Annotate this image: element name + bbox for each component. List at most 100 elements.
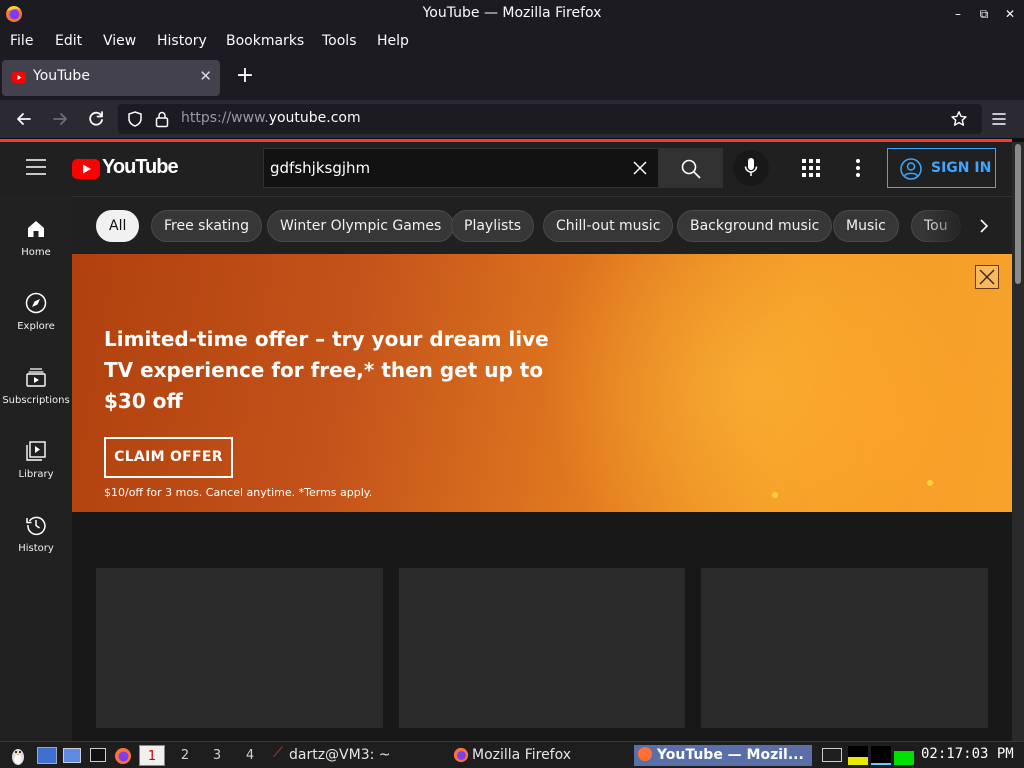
restore-button[interactable]: ⧉ xyxy=(974,4,994,24)
keyboard-icon[interactable] xyxy=(822,748,842,762)
url-text[interactable]: https://www.youtube.com xyxy=(181,110,361,126)
memory-monitor-icon xyxy=(894,746,914,765)
window-title: YouTube — Mozilla Firefox xyxy=(422,5,602,21)
cpu-monitor-icon xyxy=(848,746,868,765)
workspace-3[interactable]: 3 xyxy=(204,745,230,766)
compass-icon xyxy=(25,292,47,314)
main-content: All Free skating Winter Olympic Games Pl… xyxy=(72,196,1012,741)
chip-winter-olympic-games[interactable]: Winter Olympic Games xyxy=(267,210,455,242)
sidebar-item-label: Library xyxy=(18,469,54,480)
voice-search-button[interactable] xyxy=(733,150,769,186)
guide-sidebar: Home Explore Subscriptions Library Histo… xyxy=(0,196,72,741)
new-tab-button[interactable]: + xyxy=(234,64,256,90)
app-menu-icon[interactable] xyxy=(991,111,1007,127)
menu-edit[interactable]: Edit xyxy=(55,33,82,49)
tab-strip: YouTube ✕ + xyxy=(0,54,1024,100)
chip-free-skating[interactable]: Free skating xyxy=(151,210,263,242)
menu-help[interactable]: Help xyxy=(377,33,409,49)
menu-view[interactable]: View xyxy=(103,33,136,49)
menu-tools[interactable]: Tools xyxy=(322,33,357,49)
sidebar-item-subscriptions[interactable]: Subscriptions xyxy=(0,344,72,418)
search-icon xyxy=(681,159,701,179)
youtube-logo[interactable]: YouTube xyxy=(72,156,179,181)
sidebar-item-home[interactable]: Home xyxy=(0,196,72,270)
youtube-play-logo-icon xyxy=(72,159,100,179)
video-card-placeholder[interactable] xyxy=(701,568,988,728)
navigation-toolbar: https://www.youtube.com xyxy=(0,100,1024,138)
reload-icon[interactable] xyxy=(85,108,107,130)
promo-headline: Limited-time offer – try your dream live… xyxy=(104,327,549,413)
chip-background-music[interactable]: Background music xyxy=(677,210,833,242)
chip-chill-out-music[interactable]: Chill-out music xyxy=(543,210,674,242)
video-card-placeholder[interactable] xyxy=(399,568,685,728)
claim-offer-button[interactable]: CLAIM OFFER xyxy=(104,437,233,478)
terminal-launcher-icon[interactable] xyxy=(90,748,106,762)
account-circle-icon xyxy=(900,158,922,180)
file-manager-icon[interactable] xyxy=(63,748,81,763)
sign-in-button[interactable]: SIGN IN xyxy=(887,148,996,188)
chip-playlists[interactable]: Playlists xyxy=(451,210,535,242)
history-icon xyxy=(26,516,46,536)
window-titlebar: YouTube — Mozilla Firefox – ⧉ ✕ xyxy=(0,0,1024,28)
library-icon xyxy=(26,441,46,461)
promo-terms: $10/off for 3 mos. Cancel anytime. *Term… xyxy=(104,486,373,499)
sidebar-item-label: Home xyxy=(21,247,51,258)
workspace-2[interactable]: 2 xyxy=(172,745,198,766)
workspace-1[interactable]: 1 xyxy=(139,745,165,766)
desktop-taskbar: 1 2 3 4 ⟋ dartz@VM3: ~ Mozilla Firefox Y… xyxy=(0,741,1024,768)
clear-search-icon[interactable] xyxy=(632,160,648,176)
menu-history[interactable]: History xyxy=(157,33,207,49)
apps-grid-icon[interactable] xyxy=(802,159,820,177)
forward-arrow-icon[interactable] xyxy=(49,108,71,130)
tab-youtube[interactable]: YouTube ✕ xyxy=(2,60,220,96)
more-vertical-icon[interactable] xyxy=(855,158,861,178)
youtube-favicon-icon xyxy=(12,72,26,83)
firefox-task-icon xyxy=(453,747,469,763)
back-arrow-icon[interactable] xyxy=(13,108,35,130)
guide-menu-icon[interactable] xyxy=(26,159,46,175)
menu-file[interactable]: File xyxy=(10,33,33,49)
minimize-button[interactable]: – xyxy=(948,4,968,24)
chip-bar-fade xyxy=(922,197,1012,255)
show-desktop-icon[interactable] xyxy=(37,747,57,764)
sidebar-item-label: History xyxy=(18,543,54,554)
dismiss-banner-button[interactable] xyxy=(975,265,999,289)
terminal-task-icon: ⟋ xyxy=(273,745,283,761)
video-card-placeholder[interactable] xyxy=(96,568,383,728)
firefox-launcher-icon[interactable] xyxy=(114,747,132,765)
menu-bar: File Edit View History Bookmarks Tools H… xyxy=(0,28,1024,54)
sidebar-item-library[interactable]: Library xyxy=(0,418,72,492)
search-input[interactable] xyxy=(270,157,620,179)
tab-close-icon[interactable]: ✕ xyxy=(199,67,212,85)
shield-icon[interactable] xyxy=(126,110,144,128)
linux-penguin-icon[interactable] xyxy=(8,746,28,766)
search-button[interactable] xyxy=(659,148,723,188)
chip-music[interactable]: Music xyxy=(833,210,899,242)
microphone-icon xyxy=(744,158,758,176)
scrollbar-thumb[interactable] xyxy=(1015,144,1021,284)
search-box[interactable] xyxy=(263,148,659,188)
url-bar[interactable]: https://www.youtube.com xyxy=(118,104,982,134)
subscriptions-icon xyxy=(26,368,46,387)
bookmark-star-icon[interactable] xyxy=(950,110,968,128)
sidebar-item-explore[interactable]: Explore xyxy=(0,270,72,344)
chevron-right-icon[interactable] xyxy=(972,214,996,238)
close-icon xyxy=(979,269,995,285)
menu-bookmarks[interactable]: Bookmarks xyxy=(226,33,304,49)
page-scrollbar[interactable] xyxy=(1012,142,1024,741)
lock-icon[interactable] xyxy=(154,110,170,128)
promo-banner: Limited-time offer – try your dream live… xyxy=(72,254,1012,512)
task-mozilla-firefox[interactable]: Mozilla Firefox xyxy=(472,745,571,766)
task-terminal[interactable]: dartz@VM3: ~ xyxy=(289,745,391,766)
sidebar-item-label: Explore xyxy=(17,321,55,332)
youtube-logo-text: YouTube xyxy=(102,156,179,178)
youtube-header: YouTube SIGN IN xyxy=(0,142,1012,196)
task-youtube-firefox[interactable]: YouTube — Mozil... xyxy=(634,745,812,766)
chip-all[interactable]: All xyxy=(96,210,140,242)
workspace-4[interactable]: 4 xyxy=(237,745,263,766)
chip-bar: All Free skating Winter Olympic Games Pl… xyxy=(72,196,1012,255)
taskbar-clock: 02:17:03 PM xyxy=(921,746,1014,762)
close-window-button[interactable]: ✕ xyxy=(1000,4,1020,24)
firefox-task-icon xyxy=(638,747,652,761)
sidebar-item-history[interactable]: History xyxy=(0,492,72,566)
